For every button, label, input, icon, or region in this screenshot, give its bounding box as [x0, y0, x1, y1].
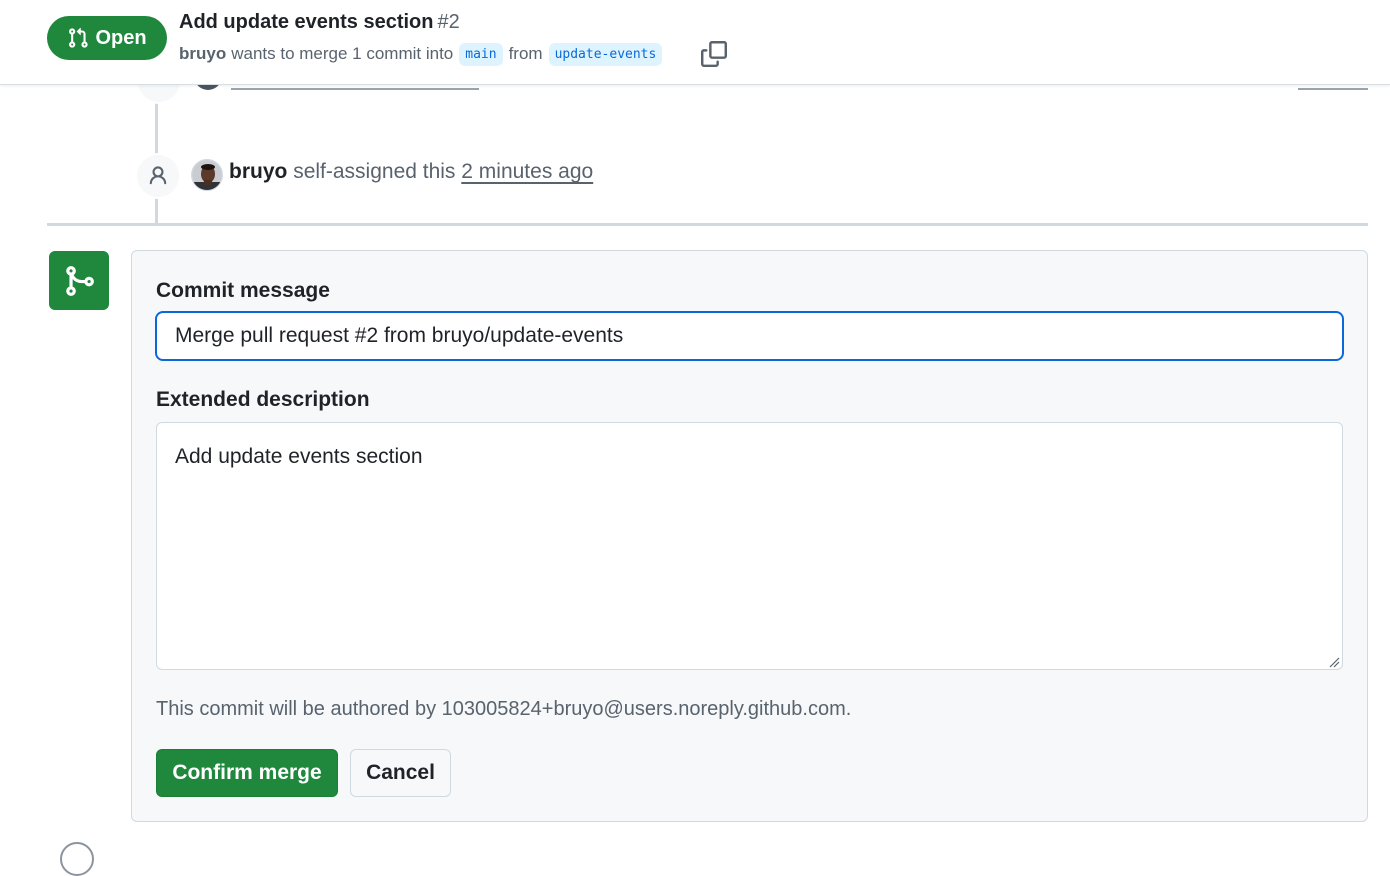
git-merge-icon: [66, 265, 94, 296]
pr-sticky-header: Open Add update events section #2 bruyo w…: [0, 0, 1390, 85]
event-timestamp-link[interactable]: 2 minutes ago: [461, 160, 593, 183]
timeline-event-badge: [135, 153, 181, 199]
avatar[interactable]: [191, 159, 223, 191]
base-branch-label[interactable]: main: [459, 42, 503, 66]
extended-description-label: Extended description: [156, 388, 370, 411]
pr-title-text: Add update events section: [179, 11, 434, 33]
commit-message-input[interactable]: [155, 311, 1344, 361]
commit-author-note: This commit will be authored by 10300582…: [156, 698, 852, 720]
timeline-connector: [155, 196, 158, 224]
merge-summary-text: wants to merge 1 commit into: [231, 44, 454, 63]
timeline-event-text: bruyo self-assigned this 2 minutes ago: [229, 160, 593, 184]
extended-description-textarea[interactable]: Add update events section: [156, 422, 1343, 670]
timeline-divider: [47, 223, 1368, 226]
resize-handle-icon[interactable]: [1328, 656, 1340, 668]
pr-state-label: Open: [95, 26, 147, 49]
avatar-image: [192, 160, 222, 190]
copy-icon: [701, 41, 727, 67]
confirm-merge-button[interactable]: Confirm merge: [156, 749, 338, 797]
commit-message-label: Commit message: [156, 279, 330, 302]
event-actor-link[interactable]: bruyo: [229, 160, 287, 183]
timeline-event-link[interactable]: [231, 88, 479, 90]
pr-state-badge: Open: [47, 16, 167, 60]
head-branch-label[interactable]: update-events: [548, 42, 663, 66]
pr-title: Add update events section #2: [179, 11, 460, 34]
timeline-event-link[interactable]: [1298, 88, 1368, 90]
pr-merge-summary: bruyo wants to merge 1 commit into main …: [179, 41, 668, 67]
git-pull-request-icon: [69, 27, 89, 48]
copy-branch-button[interactable]: [700, 40, 728, 68]
event-action-text: self-assigned this: [293, 160, 456, 183]
merge-status-badge: [49, 251, 109, 310]
cancel-button[interactable]: Cancel: [350, 749, 451, 797]
pr-number: #2: [437, 11, 460, 33]
avatar[interactable]: [60, 842, 94, 876]
person-icon: [149, 166, 167, 185]
from-text: from: [508, 44, 543, 63]
timeline-connector: [155, 95, 158, 155]
pr-author-link[interactable]: bruyo: [179, 44, 226, 64]
